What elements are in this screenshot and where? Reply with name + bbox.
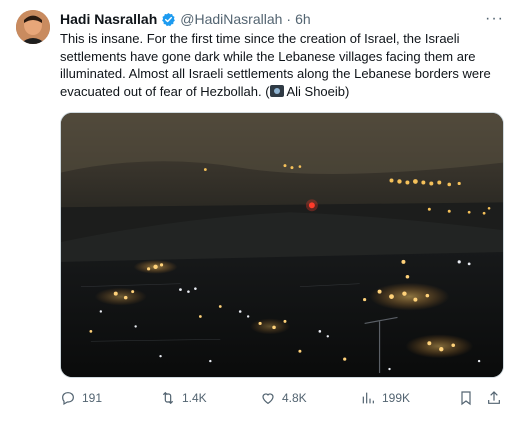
tweet-media-image[interactable] xyxy=(60,112,504,378)
like-button[interactable]: 4.8K xyxy=(260,390,307,406)
views-count: 199K xyxy=(382,391,411,405)
views-icon xyxy=(362,392,374,404)
tweet-text: This is insane. For the first time since… xyxy=(60,30,510,100)
repost-icon xyxy=(162,391,174,405)
tweet-header: Hadi Nasrallah @HadiNasrallah · 6h xyxy=(60,10,504,28)
action-bar: 191 1.4K 4.8K 199K xyxy=(60,388,504,408)
camera-icon xyxy=(269,84,284,97)
timestamp[interactable]: 6h xyxy=(295,11,311,27)
reply-count: 191 xyxy=(82,391,103,405)
reply-icon xyxy=(62,392,74,406)
display-name[interactable]: Hadi Nasrallah xyxy=(60,11,157,27)
avatar[interactable] xyxy=(16,10,50,44)
repost-button[interactable]: 1.4K xyxy=(160,390,207,406)
repost-count: 1.4K xyxy=(182,391,207,405)
like-icon xyxy=(262,393,274,405)
tweet-card[interactable]: Hadi Nasrallah @HadiNasrallah · 6h ··· T… xyxy=(0,0,520,421)
reply-button[interactable]: 191 xyxy=(60,390,102,406)
bookmark-icon xyxy=(461,391,471,406)
share-button[interactable] xyxy=(486,390,502,406)
views-button[interactable]: 199K xyxy=(360,390,410,406)
share-icon xyxy=(488,391,500,404)
more-options-icon[interactable]: ··· xyxy=(485,10,504,28)
bookmark-button[interactable] xyxy=(458,390,474,406)
handle[interactable]: @HadiNasrallah xyxy=(180,11,282,27)
like-count: 4.8K xyxy=(282,391,307,405)
tweet-text-credit: Ali Shoeib) xyxy=(283,83,350,99)
verified-badge-icon xyxy=(161,12,176,27)
separator-dot: · xyxy=(286,11,292,27)
